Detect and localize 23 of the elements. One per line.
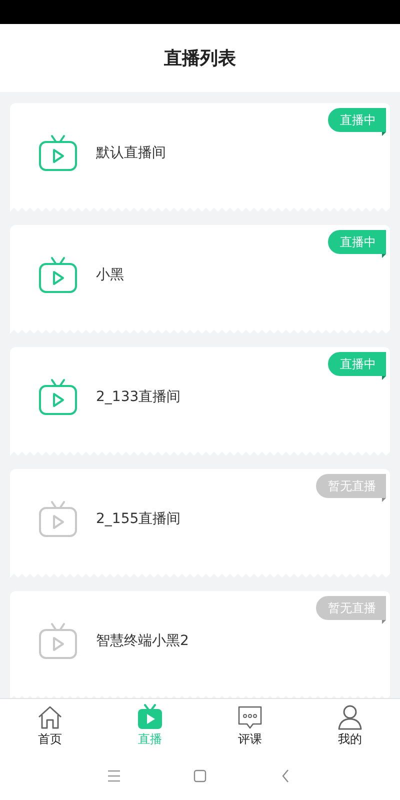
chat-icon: [236, 704, 264, 730]
room-name: 默认直播间: [96, 144, 166, 162]
user-icon: [336, 704, 364, 730]
tv-play-icon: [38, 500, 78, 538]
room-card[interactable]: 默认直播间 直播中: [10, 103, 390, 213]
tv-play-icon: [38, 622, 78, 660]
tv-play-icon: [38, 378, 78, 416]
tv-play-icon: [136, 704, 164, 730]
tab-item[interactable]: 评课: [200, 699, 300, 752]
page-title: 直播列表: [164, 47, 236, 70]
room-name: 智慧终端小黑2: [96, 632, 189, 650]
room-card[interactable]: 2_133直播间 直播中: [10, 347, 390, 457]
tv-play-icon: [38, 134, 78, 172]
home-icon[interactable]: [192, 768, 208, 784]
room-name: 2_133直播间: [96, 388, 181, 406]
room-name: 2_155直播间: [96, 510, 181, 528]
tab-item[interactable]: 首页: [0, 699, 100, 752]
tab-item[interactable]: 我的: [300, 699, 400, 752]
room-card[interactable]: 小黑 直播中: [10, 225, 390, 335]
tv-play-icon: [38, 256, 78, 294]
room-name: 小黑: [96, 266, 124, 284]
menu-icon[interactable]: [106, 768, 122, 784]
home-icon: [36, 704, 64, 730]
